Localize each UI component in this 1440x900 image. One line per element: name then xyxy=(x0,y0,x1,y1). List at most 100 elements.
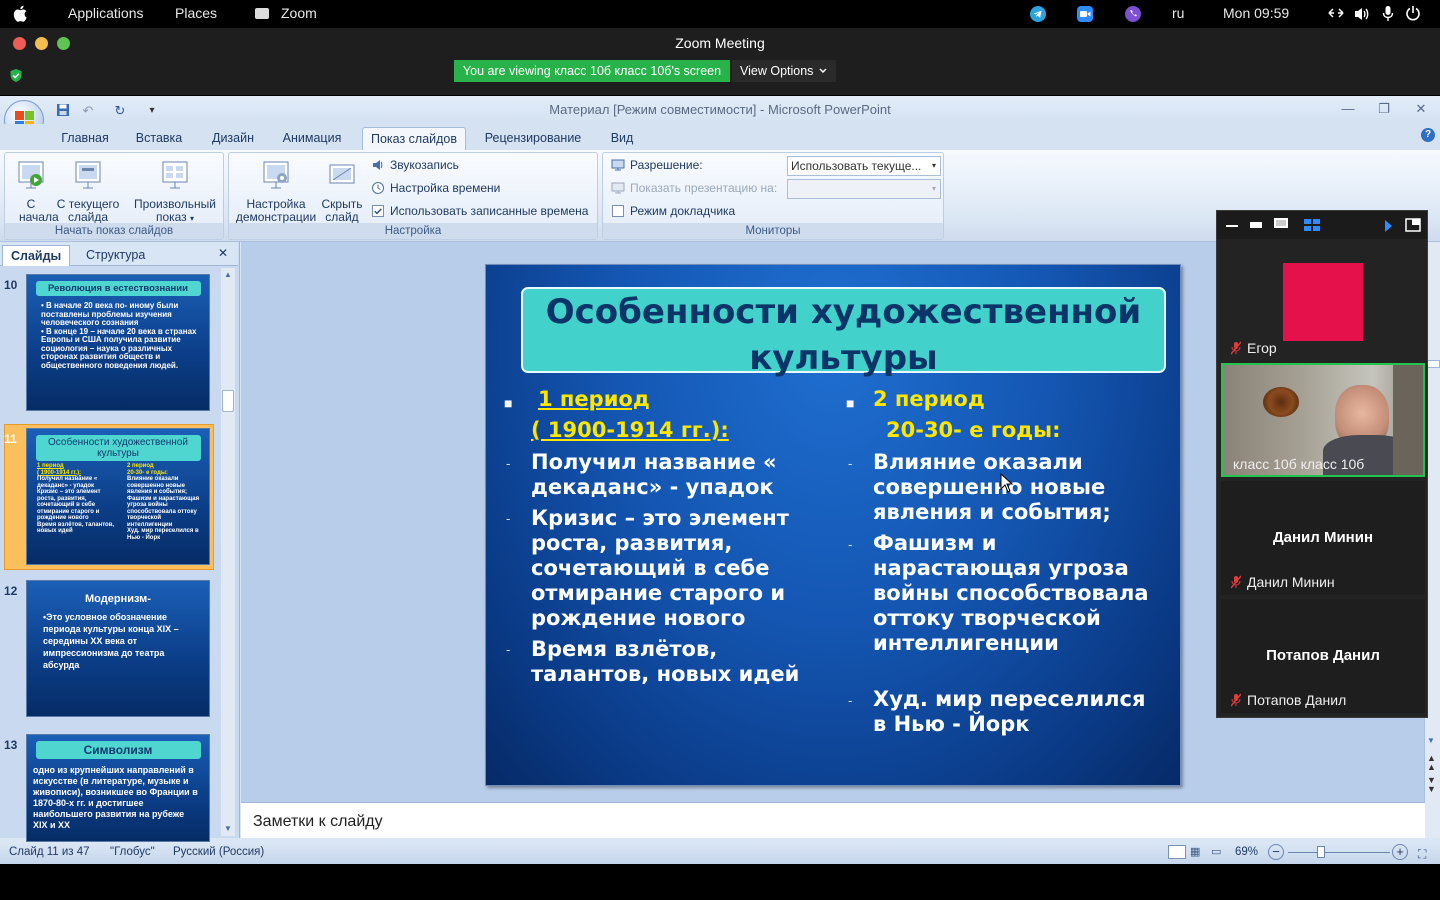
gallery-view-icon[interactable] xyxy=(1304,218,1320,231)
tab-outline[interactable]: Структура xyxy=(78,245,153,266)
dash-bullet: - xyxy=(506,511,511,526)
presenter-view-label: Режим докладчика xyxy=(630,204,736,218)
network-icon[interactable] xyxy=(1327,6,1345,23)
show-on-select[interactable]: ▾ xyxy=(787,179,941,199)
close-window-button[interactable] xyxy=(13,37,26,50)
minimize-video-icon[interactable] xyxy=(1226,225,1238,227)
scroll-thumb[interactable] xyxy=(222,390,234,412)
participant-tile[interactable]: Данил Минин Данил Минин xyxy=(1221,481,1425,595)
help-icon[interactable]: ? xyxy=(1421,128,1435,142)
use-timings-checkbox[interactable]: Использовать записанные времена xyxy=(371,203,588,219)
applications-menu[interactable]: Applications xyxy=(68,5,144,21)
scroll-down-icon[interactable]: ▼ xyxy=(221,822,235,836)
minimize-window-button[interactable] xyxy=(35,37,48,50)
tab-view[interactable]: Вид xyxy=(604,127,640,150)
customize-qat-icon[interactable]: ▾ xyxy=(144,103,160,119)
thumbnail-text: • В начале 20 века по- иному были постав… xyxy=(41,301,197,370)
thumb-left-heading: 1 период( 1900-1914 гг.): xyxy=(37,463,119,476)
redo-icon[interactable]: ↻ xyxy=(112,103,128,119)
ppt-minimize-button[interactable]: — xyxy=(1336,100,1360,118)
ppt-restore-button[interactable]: ❐ xyxy=(1372,100,1396,118)
bullet-icon: ■ xyxy=(846,395,855,411)
panel-scrollbar[interactable]: ▲ ▼ xyxy=(221,268,235,836)
microphone-icon[interactable] xyxy=(1382,5,1394,25)
hide-slide-icon xyxy=(329,164,355,184)
zoom-in-icon[interactable]: + xyxy=(1392,844,1408,860)
slide-thumbnail-11[interactable]: Особенности художественной культуры 1 пе… xyxy=(26,428,210,565)
tab-home[interactable]: Главная xyxy=(54,127,116,150)
zoom-app-menu[interactable]: Zoom xyxy=(255,5,317,21)
background-wall xyxy=(1393,365,1423,475)
hide-video-icon[interactable] xyxy=(1250,222,1262,228)
apple-icon[interactable] xyxy=(12,4,30,26)
language-status[interactable]: Русский (Россия) xyxy=(173,842,264,862)
from-start-button[interactable]: С начала xyxy=(8,159,59,224)
scroll-down-icon[interactable]: ▼ xyxy=(1427,736,1435,745)
notes-pane[interactable]: Заметки к слайду xyxy=(241,802,1425,838)
setup-show-button[interactable]: Настройка демонстрации xyxy=(231,159,321,224)
slide-title[interactable]: Особенности художественной культуры xyxy=(521,287,1166,378)
participant-tile[interactable]: Егор xyxy=(1221,243,1425,361)
tab-animation[interactable]: Анимация xyxy=(276,127,348,150)
next-slide-icon[interactable]: ▼ ▼ xyxy=(1427,776,1436,794)
telegram-icon[interactable] xyxy=(1030,6,1046,22)
maximize-window-button[interactable] xyxy=(57,37,70,50)
participant-display-name: Потапов Данил xyxy=(1266,647,1380,664)
zoom-slider-thumb[interactable] xyxy=(1317,846,1325,858)
resolution-select-value: Использовать текуще... xyxy=(791,159,922,173)
slide-thumbnail-13[interactable]: Символизм одно из крупнейших направлений… xyxy=(26,734,210,842)
slide-thumbnail-12[interactable]: Модернизм- •Это условное обозначение пер… xyxy=(26,580,210,717)
zoom-slider-track[interactable] xyxy=(1288,852,1390,853)
active-speaker-view-icon[interactable] xyxy=(1274,218,1288,228)
keyboard-language[interactable]: ru xyxy=(1172,5,1184,21)
from-current-button[interactable]: С текущего слайда xyxy=(53,159,123,224)
power-icon[interactable] xyxy=(1405,5,1421,24)
next-page-icon[interactable] xyxy=(1384,219,1392,237)
clock[interactable]: Mon 09:59 xyxy=(1223,5,1289,21)
thumbnail-title: Символизм xyxy=(35,741,201,759)
thumbnail-left-column: 1 период( 1900-1914 гг.): Получил назван… xyxy=(37,463,119,535)
tab-review[interactable]: Рецензирование xyxy=(478,127,588,150)
resolution-label-text: Разрешение: xyxy=(630,158,703,172)
resolution-select[interactable]: Использовать текуще... ▾ xyxy=(787,156,941,176)
tab-design[interactable]: Дизайн xyxy=(202,127,264,150)
hide-slide-button[interactable]: Скрыть слайд xyxy=(319,159,365,224)
tab-slides[interactable]: Слайды xyxy=(2,245,71,266)
zoom-out-icon[interactable]: − xyxy=(1268,844,1284,860)
viber-icon[interactable] xyxy=(1125,6,1141,22)
current-slide[interactable]: Особенности художественной культуры ■ 1 … xyxy=(485,264,1181,786)
fit-to-window-icon[interactable]: ⛶ xyxy=(1418,844,1434,861)
record-narration-button[interactable]: Звукозапись xyxy=(371,157,459,173)
normal-view-icon[interactable] xyxy=(1168,845,1186,859)
rehearse-timings-button[interactable]: Настройка времени xyxy=(371,180,500,196)
gallery-toolbar xyxy=(1217,211,1427,239)
record-label: Звукозапись xyxy=(390,158,459,172)
slideshow-view-icon[interactable]: ▭ xyxy=(1211,845,1227,859)
shield-icon[interactable] xyxy=(9,68,23,88)
places-menu[interactable]: Places xyxy=(175,5,217,21)
slide-sorter-view-icon[interactable]: ▦ xyxy=(1190,845,1206,859)
tab-insert[interactable]: Вставка xyxy=(128,127,190,150)
presenter-view-checkbox[interactable]: Режим докладчика xyxy=(611,203,735,219)
participant-tile[interactable]: Потапов Данил Потапов Данил xyxy=(1221,599,1425,713)
ppt-close-button[interactable]: ✕ xyxy=(1409,100,1433,118)
exit-fullscreen-icon[interactable] xyxy=(1405,218,1421,232)
panel-tabs: Слайды Структура ✕ xyxy=(0,242,238,266)
zoom-level[interactable]: 69% xyxy=(1235,842,1258,862)
close-panel-icon[interactable]: ✕ xyxy=(218,246,228,260)
zoom-tray-icon[interactable] xyxy=(1077,6,1093,22)
participant-name-text: Потапов Данил xyxy=(1247,692,1347,708)
custom-show-button[interactable]: Произвольный показ ▾ xyxy=(129,159,221,225)
volume-icon[interactable] xyxy=(1353,6,1371,25)
slide-thumbnail-10[interactable]: Революция в естествознании • В начале 20… xyxy=(26,274,210,411)
dropdown-arrow-icon: ▾ xyxy=(931,184,936,193)
undo-icon[interactable]: ↶ xyxy=(80,103,96,119)
previous-slide-icon[interactable]: ▲ ▲ xyxy=(1427,754,1436,772)
thumbnail-right-column: 2 период 20-30- е годы: Влияние оказали с… xyxy=(127,463,205,541)
scroll-up-icon[interactable]: ▲ xyxy=(221,268,235,282)
tab-slide-show[interactable]: Показ слайдов xyxy=(362,127,466,150)
save-icon[interactable] xyxy=(55,103,71,119)
view-options-button[interactable]: View Options xyxy=(732,60,836,82)
thumb-right-heading: 2 период 20-30- е годы: xyxy=(127,463,205,476)
participant-tile-active-speaker[interactable]: класс 10б класс 10б xyxy=(1221,363,1425,477)
